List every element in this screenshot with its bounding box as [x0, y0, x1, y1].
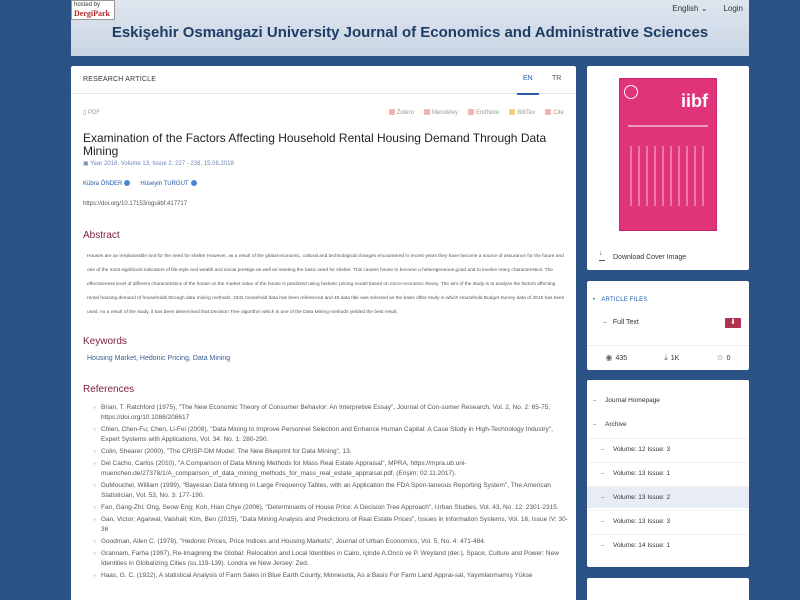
article-title: Examination of the Factors Affecting Hou… — [83, 131, 547, 158]
full-text-download-button[interactable]: ⬇ — [725, 318, 741, 328]
author-name: Kübra ÖNDER — [83, 181, 123, 187]
pdf-icon: ▯ — [83, 110, 87, 116]
full-text-link[interactable]: Full Text — [603, 319, 639, 326]
downloads-value: 1K — [670, 354, 680, 362]
reference-item: Gan, Victor; Agarwal, Vaishali; Kim, Ben… — [93, 515, 571, 535]
views-count: ◉ 435 — [606, 353, 628, 362]
article-tools: ▯ PDF Zotero Mendeley EndNote BibTex Cit… — [83, 109, 564, 119]
endnote-link[interactable]: EndNote — [468, 109, 499, 116]
journal-title[interactable]: Eskişehir Osmangazi University Journal o… — [71, 24, 749, 41]
archive-link[interactable]: Archive — [587, 414, 749, 436]
download-cover-button[interactable]: Download Cover Image — [599, 250, 687, 261]
issue-link[interactable]: Volume: 13 Issue: 3 — [587, 510, 749, 533]
article-card: RESEARCH ARTICLE EN TR ▯ PDF Zotero Mend… — [71, 66, 576, 600]
article-bar: RESEARCH ARTICLE EN TR — [71, 66, 576, 95]
language-selector[interactable]: English ⌄ — [672, 4, 707, 13]
bibtex-link[interactable]: BibTex — [509, 109, 535, 116]
doi-link[interactable]: https://doi.org/10.17153/oguiibf.417717 — [83, 201, 187, 207]
keywords-heading: Keywords — [83, 336, 127, 347]
calendar-icon: ▣ — [83, 161, 89, 167]
chevron-down-icon: ⌄ — [700, 4, 708, 13]
orcid-verified-icon — [124, 180, 131, 186]
journal-cover-image[interactable]: iibf — [619, 78, 717, 231]
article-meta-text: Year 2018, Volume 13, Issue 2, 227 - 238… — [90, 161, 234, 167]
cover-card: iibf Download Cover Image — [587, 66, 749, 270]
pdf-label: PDF — [87, 110, 100, 116]
author-link[interactable]: Hüseyin TURGUT — [140, 180, 197, 187]
reference-item: DuMouchel, William (1999), "Bayesian Dat… — [93, 481, 571, 501]
reference-item: Fan, Gang-Zhi; Ong, Seow Eng; Koh, Hian … — [93, 503, 571, 513]
journal-homepage-link[interactable]: Journal Homepage — [587, 390, 749, 412]
zotero-link[interactable]: Zotero — [389, 109, 414, 116]
download-icon — [599, 250, 605, 261]
references-list: Brian, T. Ratchford (1975), "The New Eco… — [93, 403, 571, 583]
language-label: English — [672, 4, 699, 13]
references-heading: References — [83, 384, 135, 395]
eye-icon: ◉ — [605, 353, 613, 362]
reference-item: Haas, G. C. (1922), A statistical Analys… — [93, 571, 571, 581]
reference-item: Colin, Shearer (2000), "The CRISP-DM Mod… — [93, 447, 571, 457]
article-meta[interactable]: ▣ Year 2018, Volume 13, Issue 2, 227 - 2… — [83, 160, 234, 167]
pdf-link[interactable]: ▯ PDF — [83, 109, 100, 116]
article-files-heading: ARTICLE FILES — [593, 297, 647, 303]
issue-link[interactable]: Volume: 14 Issue: 1 — [587, 534, 749, 557]
sidebar-card-partial — [587, 578, 749, 600]
cover-logo-text: iibf — [681, 91, 708, 111]
article-files-card: ARTICLE FILES Full Text ⬇ ◉435 ⤓1K ☆0 — [587, 281, 749, 370]
article-stats: ◉ 435 ⤓ 1K ☆ 0 — [587, 345, 749, 369]
journal-nav-card: Journal Homepage Archive Volume: 12 Issu… — [587, 380, 749, 567]
cover-divider — [628, 125, 708, 127]
cover-building-art — [630, 146, 706, 206]
reference-item: Brian, T. Ratchford (1975), "The New Eco… — [93, 403, 571, 423]
issue-link[interactable]: Volume: 12 Issue: 3 — [587, 438, 749, 461]
site-header: hosted by DergiPark English ⌄ Login Eski… — [71, 0, 749, 56]
university-emblem-icon — [624, 85, 638, 99]
login-link[interactable]: Login — [723, 4, 743, 13]
star-icon: ☆ — [716, 353, 724, 362]
reference-item: Goodman, Allen C. (1978), "Hedonic Price… — [93, 537, 571, 547]
article-type: RESEARCH ARTICLE — [83, 76, 157, 83]
reference-item: Del Cacho, Carlos (2010), "A Comparison … — [93, 459, 571, 479]
favorites-count[interactable]: ☆ 0 — [716, 353, 730, 362]
keywords-list[interactable]: Housing Market, Hedonic Pricing, Data Mi… — [87, 355, 230, 362]
orcid-verified-icon — [190, 180, 197, 186]
reference-item: Grannam, Farha (1997), Re-Imagining the … — [93, 549, 571, 569]
tab-tr[interactable]: TR — [552, 75, 561, 82]
top-links: English ⌄ Login — [672, 4, 743, 13]
logo-dergipark: DergiPark — [74, 9, 110, 18]
download-cover-label: Download Cover Image — [613, 254, 687, 261]
cite-tools: Zotero Mendeley EndNote BibTex Cite — [389, 109, 564, 116]
author-link[interactable]: Kübra ÖNDER — [83, 180, 131, 187]
authors: Kübra ÖNDER Hüseyin TURGUT — [83, 180, 197, 187]
reference-item: Chien, Chen-Fu; Chen, Li-Fei (2008), "Da… — [93, 425, 571, 445]
mendeley-link[interactable]: Mendeley — [424, 109, 458, 116]
favorites-value: 0 — [726, 355, 731, 362]
cite-link[interactable]: Cite — [545, 109, 564, 116]
downloads-count: ⤓ 1K — [664, 353, 679, 363]
dergipark-logo[interactable]: hosted by DergiPark — [71, 0, 115, 20]
views-value: 435 — [615, 355, 628, 362]
download-icon: ⬇ — [730, 319, 736, 326]
author-name: Hüseyin TURGUT — [140, 181, 189, 187]
logo-hosted-by: hosted by — [74, 2, 101, 8]
issue-link[interactable]: Volume: 13 Issue: 1 — [587, 462, 749, 485]
abstract-text: Houses are an irreplaceable tool for the… — [87, 254, 565, 315]
issue-link-active[interactable]: Volume: 13 Issue: 2 — [587, 486, 749, 509]
abstract-heading: Abstract — [83, 230, 120, 241]
tab-en[interactable]: EN — [517, 75, 539, 95]
download-icon: ⤓ — [664, 352, 668, 362]
